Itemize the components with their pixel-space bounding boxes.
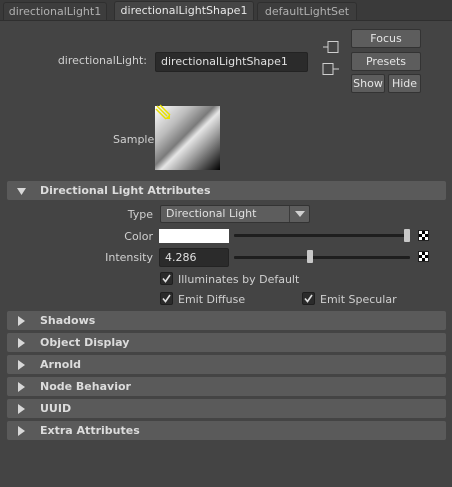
node-name-field[interactable]: directionalLightShape1: [155, 52, 308, 72]
intensity-slider-handle[interactable]: [307, 250, 313, 263]
tab-divider: [0, 20, 452, 21]
section-shadows[interactable]: Shadows: [7, 311, 446, 330]
focus-button[interactable]: Focus: [351, 29, 421, 48]
intensity-map-icon[interactable]: [418, 251, 429, 262]
hide-button[interactable]: Hide: [388, 74, 421, 93]
collapsed-triangle-icon: [17, 316, 26, 329]
section-title: Arnold: [40, 358, 81, 371]
tab-directional-light[interactable]: directionalLight1: [3, 2, 107, 21]
color-swatch[interactable]: [159, 229, 229, 243]
tab-directional-light-shape[interactable]: directionalLightShape1: [114, 1, 254, 21]
sample-label: Sample: [113, 133, 155, 146]
node-type-label: directionalLight:: [57, 54, 147, 67]
section-title: Directional Light Attributes: [40, 184, 211, 197]
intensity-label: Intensity: [105, 251, 153, 264]
show-button[interactable]: Show: [351, 74, 385, 93]
illuminates-by-default-label: Illuminates by Default: [178, 273, 300, 286]
section-title: UUID: [40, 402, 72, 415]
intensity-slider-track[interactable]: [234, 256, 410, 259]
color-slider-track[interactable]: [234, 234, 410, 237]
collapsed-triangle-icon: [17, 382, 26, 395]
color-map-icon[interactable]: [418, 230, 429, 241]
expanded-triangle-icon: [17, 186, 27, 199]
emit-diffuse-label: Emit Diffuse: [178, 293, 246, 306]
checkmark-icon: [162, 274, 171, 283]
section-title: Shadows: [40, 314, 96, 327]
section-object-display[interactable]: Object Display: [7, 333, 446, 352]
section-title: Node Behavior: [40, 380, 131, 393]
type-label: Type: [127, 208, 153, 221]
output-connection-icon[interactable]: [322, 62, 340, 76]
section-title: Extra Attributes: [40, 424, 140, 437]
section-title: Object Display: [40, 336, 130, 349]
section-extra-attributes[interactable]: Extra Attributes: [7, 421, 446, 440]
section-node-behavior[interactable]: Node Behavior: [7, 377, 446, 396]
color-slider-handle[interactable]: [404, 229, 410, 242]
input-connection-icon[interactable]: [322, 40, 340, 54]
collapsed-triangle-icon: [17, 426, 26, 439]
emit-specular-label: Emit Specular: [320, 293, 397, 306]
tab-bar: directionalLight1 directionalLightShape1…: [0, 0, 452, 21]
emit-diffuse-checkbox[interactable]: [160, 292, 173, 305]
illuminates-by-default-checkbox[interactable]: [160, 272, 173, 285]
section-arnold[interactable]: Arnold: [7, 355, 446, 374]
presets-button[interactable]: Presets: [351, 52, 421, 71]
collapsed-triangle-icon: [17, 338, 26, 351]
color-label: Color: [124, 230, 153, 243]
type-dropdown[interactable]: Directional Light: [160, 205, 310, 223]
tab-default-light-set[interactable]: defaultLightSet: [257, 2, 357, 21]
checkmark-icon: [304, 294, 313, 303]
section-uuid[interactable]: UUID: [7, 399, 446, 418]
emit-specular-checkbox[interactable]: [302, 292, 315, 305]
intensity-field[interactable]: 4.286: [159, 248, 229, 267]
directional-light-icon: [155, 104, 173, 125]
collapsed-triangle-icon: [17, 404, 26, 417]
chevron-down-icon: [289, 206, 309, 222]
section-directional-light-attributes[interactable]: Directional Light Attributes: [7, 181, 446, 200]
type-dropdown-value: Directional Light: [166, 207, 257, 220]
collapsed-triangle-icon: [17, 360, 26, 373]
checkmark-icon: [162, 294, 171, 303]
